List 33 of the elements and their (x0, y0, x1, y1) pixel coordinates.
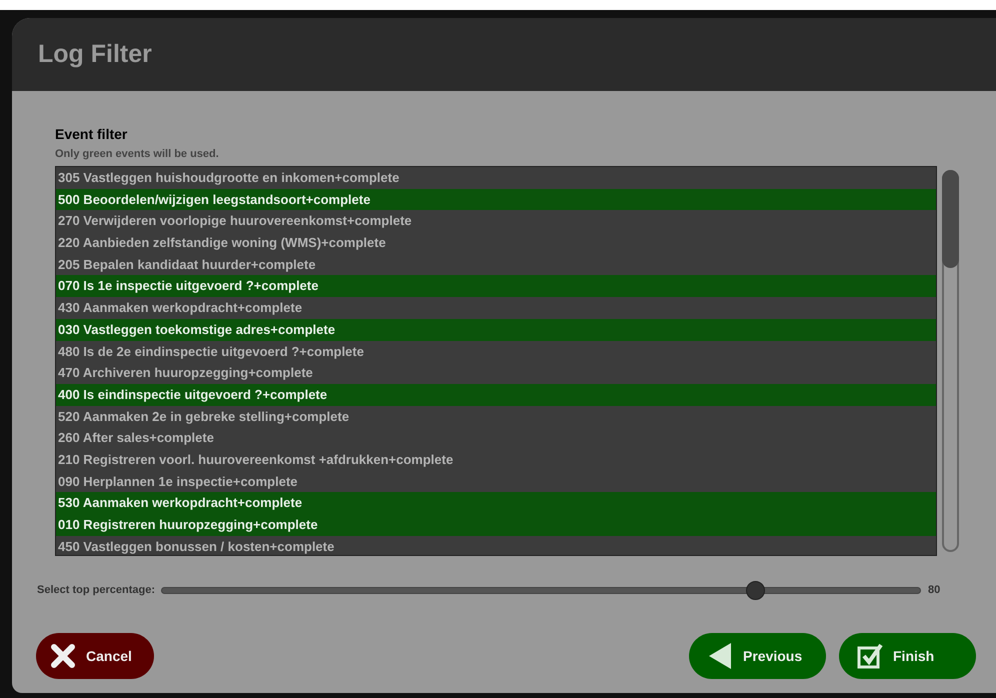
event-row[interactable]: 090 Herplannen 1e inspectie+complete (56, 470, 936, 492)
cancel-button[interactable]: Cancel (36, 633, 154, 679)
slider-label: Select top percentage: (37, 583, 155, 598)
section-heading: Event filter (55, 125, 128, 143)
event-row[interactable]: 260 After sales+complete (56, 427, 936, 449)
left-triangle-icon (707, 642, 733, 670)
dialog-title: Log Filter (38, 38, 152, 70)
event-row[interactable]: 305 Vastleggen huishoudgrootte en inkomen+complete (56, 167, 936, 189)
finish-button[interactable]: Finish (839, 633, 976, 679)
event-row[interactable]: 220 Aanbieden zelfstandige woning (WMS)+complete (56, 232, 936, 254)
event-row[interactable]: 070 Is 1e inspectie uitgevoerd ?+complete (56, 275, 936, 298)
event-row[interactable]: 530 Aanmaken werkopdracht+complete (56, 492, 936, 514)
event-row[interactable]: 210 Registreren voorl. huurovereenkomst +afdrukken+complete (56, 448, 936, 471)
event-row[interactable]: 205 Bepalen kandidaat huurder+complete (56, 254, 936, 276)
event-row[interactable]: 520 Aanmaken 2e in gebreke stelling+complete (56, 406, 936, 428)
slider-thumb[interactable] (746, 581, 766, 600)
event-row[interactable]: 030 Vastleggen toekomstige adres+complete (56, 318, 936, 340)
scrollbar-track[interactable] (942, 170, 959, 552)
checkbox-icon (857, 643, 883, 669)
slider-track[interactable] (160, 581, 921, 600)
hint-text: Only green events will be used. (55, 147, 220, 161)
event-row[interactable]: 400 Is eindinspectie uitgevoerd ?+complete (56, 384, 936, 406)
scrollbar-thumb[interactable] (942, 170, 959, 268)
event-row[interactable]: 010 Registreren huuropzegging+complete (56, 514, 936, 536)
event-row[interactable]: 450 Vastleggen bonussen / kosten+complete (56, 536, 936, 555)
event-row[interactable]: 500 Beoordelen/wijzigen leegstandsoort+complete (56, 188, 936, 210)
event-row[interactable]: 430 Aanmaken werkopdracht+complete (56, 297, 936, 319)
previous-button[interactable]: Previous (689, 633, 826, 679)
event-row[interactable]: 470 Archiveren huuropzegging+complete (56, 362, 936, 384)
event-row[interactable]: 480 Is de 2e eindinspectie uitgevoerd ?+complete (56, 340, 936, 362)
event-row[interactable]: 270 Verwijderen voorlopige huurovereenkomst+complete (56, 210, 936, 232)
slider-value: 80 (928, 583, 940, 598)
close-icon (50, 643, 76, 669)
